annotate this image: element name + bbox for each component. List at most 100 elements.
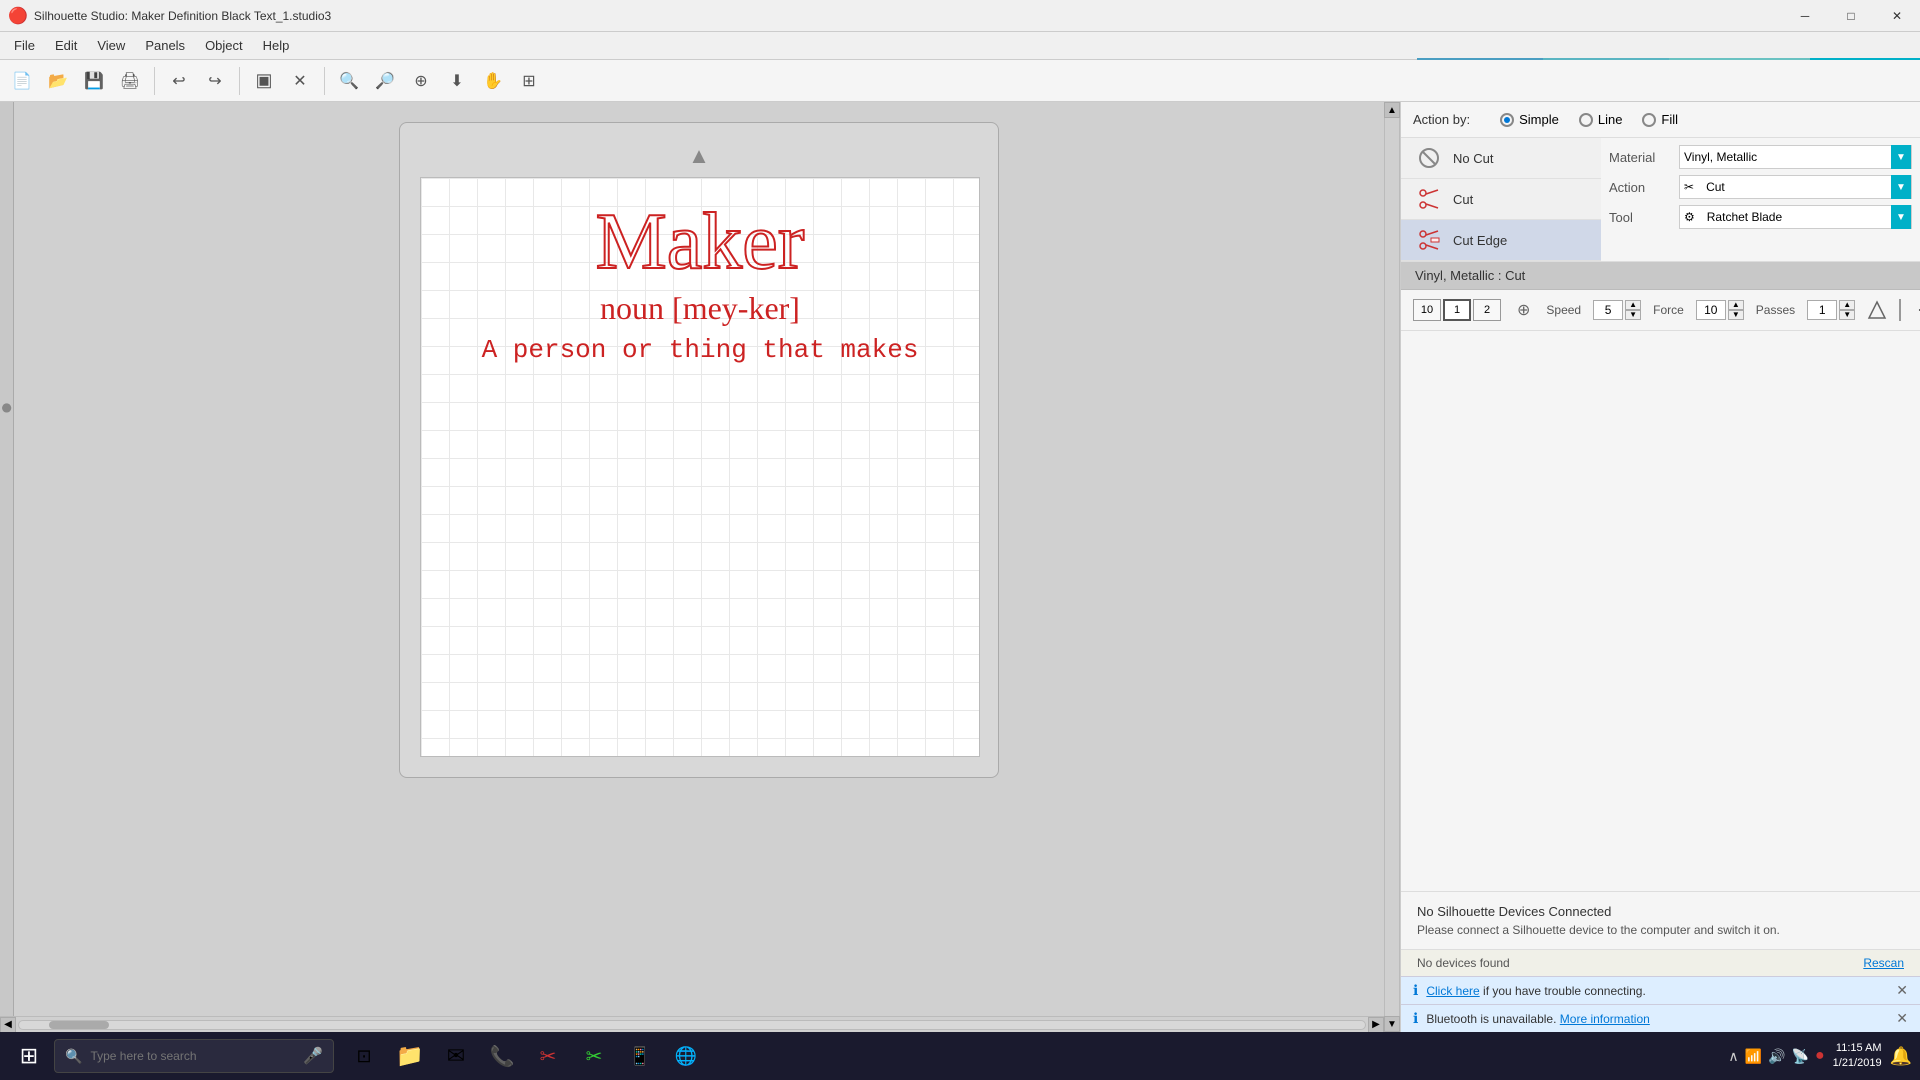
- scroll-up-arrow[interactable]: ▲: [1384, 102, 1400, 118]
- scroll-track[interactable]: [18, 1020, 1366, 1030]
- taskbar-app-email[interactable]: ✉: [434, 1034, 478, 1078]
- open-button[interactable]: 📂: [42, 65, 74, 97]
- passes-down[interactable]: ▼: [1839, 310, 1855, 320]
- white-box[interactable]: [1899, 299, 1901, 321]
- action-by-header: Action by: Simple Line Fill: [1401, 102, 1920, 138]
- info-banner-1-close[interactable]: ✕: [1896, 982, 1908, 999]
- material-dropdown-arrow[interactable]: ▼: [1891, 145, 1911, 169]
- canvas-scroll-area[interactable]: ⬤ ▲ Maker noun [mey-ker] A person or thi…: [0, 102, 1384, 1016]
- force-up[interactable]: ▲: [1728, 300, 1744, 310]
- taskbar-search[interactable]: 🔍 🎤: [54, 1039, 334, 1073]
- taskbar-app-explorer[interactable]: 📁: [388, 1034, 432, 1078]
- scroll-left-arrow[interactable]: ◀: [0, 1017, 16, 1033]
- line-ind-1[interactable]: 1: [1443, 299, 1471, 321]
- scroll-thumb[interactable]: [49, 1021, 109, 1029]
- toolbar-separator-3: [324, 67, 325, 95]
- menu-edit[interactable]: Edit: [45, 34, 87, 57]
- triangle-icon: [1867, 298, 1887, 322]
- cut-option-nocut[interactable]: No Cut: [1401, 138, 1601, 179]
- start-button[interactable]: ⊞: [8, 1035, 50, 1077]
- canvas-page[interactable]: Maker noun [mey-ker] A person or thing t…: [420, 177, 980, 757]
- taskbar-clock[interactable]: 11:15 AM 1/21/2019: [1833, 1041, 1882, 1072]
- speed-up[interactable]: ▲: [1625, 300, 1641, 310]
- taskbar-app-other[interactable]: 🌐: [664, 1034, 708, 1078]
- search-input[interactable]: [90, 1049, 295, 1063]
- speed-stepper[interactable]: ▲ ▼: [1625, 300, 1641, 320]
- tool-dropdown[interactable]: ⚙ Ratchet Blade ▼: [1679, 205, 1912, 229]
- taskbar-app-silhouette2[interactable]: ✂: [572, 1034, 616, 1078]
- delete-button[interactable]: ✕: [284, 65, 316, 97]
- pan-tool-button[interactable]: ✋: [477, 65, 509, 97]
- passes-stepper[interactable]: ▲ ▼: [1839, 300, 1855, 320]
- tool-dropdown-arrow[interactable]: ▼: [1891, 205, 1911, 229]
- menu-panels[interactable]: Panels: [135, 34, 195, 57]
- taskbar-app-taskview[interactable]: ⊡: [342, 1034, 386, 1078]
- menu-file[interactable]: File: [4, 34, 45, 57]
- mic-icon[interactable]: 🎤: [303, 1046, 323, 1066]
- taskbar-app-silhouette[interactable]: ✂: [526, 1034, 570, 1078]
- tray-wifi[interactable]: 📡: [1792, 1048, 1809, 1065]
- add-button[interactable]: ⊞: [513, 65, 545, 97]
- line-ind-10[interactable]: 10: [1413, 299, 1441, 321]
- info-banner-2-close[interactable]: ✕: [1896, 1010, 1908, 1027]
- scroll-down-arrow[interactable]: ▼: [1384, 1016, 1400, 1032]
- radio-fill[interactable]: Fill: [1642, 112, 1678, 127]
- text-noun[interactable]: noun [mey-ker]: [451, 290, 949, 327]
- force-down[interactable]: ▼: [1728, 310, 1744, 320]
- taskbar-app-viber[interactable]: 📱: [618, 1034, 662, 1078]
- line-add-button[interactable]: ⊕: [1517, 300, 1530, 320]
- undo-button[interactable]: ↩: [163, 65, 195, 97]
- action-dropdown-arrow[interactable]: ▼: [1891, 175, 1911, 199]
- notification-button[interactable]: 🔔: [1890, 1046, 1912, 1067]
- force-control: 10 ▲ ▼: [1696, 300, 1744, 320]
- rescan-button[interactable]: Rescan: [1863, 956, 1904, 970]
- menu-object[interactable]: Object: [195, 34, 253, 57]
- menu-help[interactable]: Help: [253, 34, 300, 57]
- speed-force-passes-row: 10 1 2 ⊕ Speed 5 ▲: [1401, 290, 1920, 331]
- tray-silhouette[interactable]: ●: [1815, 1047, 1825, 1065]
- device-status-desc: Please connect a Silhouette device to th…: [1417, 923, 1904, 937]
- select-button[interactable]: ▣: [248, 65, 280, 97]
- cut-nocut-label: No Cut: [1453, 151, 1493, 166]
- tool-row: Tool ⚙ Ratchet Blade ▼: [1609, 202, 1912, 232]
- speed-value[interactable]: 5: [1593, 300, 1623, 320]
- material-dropdown[interactable]: Vinyl, Metallic ▼: [1679, 145, 1912, 169]
- new-button[interactable]: 📄: [6, 65, 38, 97]
- click-here-link[interactable]: Click here: [1426, 984, 1479, 998]
- force-stepper[interactable]: ▲ ▼: [1728, 300, 1744, 320]
- tray-up-arrow[interactable]: ∧: [1728, 1048, 1738, 1065]
- zoom-in-button[interactable]: 🔍: [333, 65, 365, 97]
- speed-down[interactable]: ▼: [1625, 310, 1641, 320]
- text-definition[interactable]: A person or thing that makes: [451, 335, 949, 365]
- zoom-out-button[interactable]: 🔎: [369, 65, 401, 97]
- line-ind-2[interactable]: 2: [1473, 299, 1501, 321]
- text-maker[interactable]: Maker: [451, 198, 949, 286]
- cut-options-list: No Cut Cut: [1401, 138, 1601, 262]
- cut-option-cut[interactable]: Cut: [1401, 179, 1601, 220]
- vertical-scrollbar[interactable]: ▲ ▼: [1384, 102, 1400, 1032]
- print-button[interactable]: 🖨: [114, 65, 146, 97]
- save-button[interactable]: 💾: [78, 65, 110, 97]
- info-icon-1: ℹ: [1413, 982, 1418, 999]
- info-text-1: Click here if you have trouble connectin…: [1426, 984, 1645, 998]
- horizontal-scrollbar[interactable]: ◀ ▶: [0, 1016, 1384, 1032]
- redo-button[interactable]: ↪: [199, 65, 231, 97]
- menu-view[interactable]: View: [87, 34, 135, 57]
- radio-simple[interactable]: Simple: [1500, 112, 1559, 127]
- force-value[interactable]: 10: [1696, 300, 1726, 320]
- more-info-link[interactable]: More information: [1560, 1012, 1650, 1026]
- tray-network[interactable]: 📶: [1745, 1048, 1762, 1065]
- action-icon: ✂: [1680, 180, 1698, 194]
- cut-option-cutedge[interactable]: Cut Edge: [1401, 220, 1601, 261]
- search-icon: 🔍: [65, 1048, 82, 1065]
- passes-up[interactable]: ▲: [1839, 300, 1855, 310]
- tray-volume[interactable]: 🔊: [1768, 1048, 1785, 1065]
- pan-down-button[interactable]: ⬇: [441, 65, 473, 97]
- radio-line[interactable]: Line: [1579, 112, 1623, 127]
- zoom-fit-button[interactable]: ⊕: [405, 65, 437, 97]
- passes-value[interactable]: 1: [1807, 300, 1837, 320]
- scroll-right-arrow[interactable]: ▶: [1368, 1017, 1384, 1033]
- taskbar-app-skype[interactable]: 📞: [480, 1034, 524, 1078]
- action-dropdown[interactable]: ✂ Cut ▼: [1679, 175, 1912, 199]
- action-label: Action: [1609, 180, 1669, 195]
